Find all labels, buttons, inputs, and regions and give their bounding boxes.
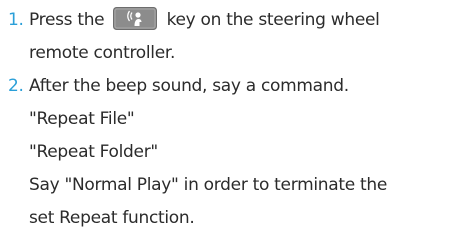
command-repeat-file: "Repeat File" bbox=[29, 109, 135, 129]
voice-recognition-key-icon bbox=[113, 7, 158, 30]
step-2-number: 2. bbox=[8, 76, 24, 96]
step-1-line-2: remote controller. bbox=[29, 43, 176, 63]
step-2-text: After the beep sound, say a command. bbox=[29, 76, 349, 96]
step-1-text-after-icon: key on the steering wheel bbox=[166, 10, 380, 30]
command-repeat-folder: "Repeat Folder" bbox=[29, 142, 158, 162]
step-1-text-before-icon: Press the bbox=[29, 10, 105, 30]
step-1-number: 1. bbox=[8, 10, 24, 30]
step-2-note-line-1: Say "Normal Play" in order to terminate … bbox=[29, 175, 388, 195]
step-2-note-line-2: set Repeat function. bbox=[29, 208, 195, 228]
step-1-line-1: 1. Press the key on the steering wheel bbox=[8, 4, 448, 37]
step-2-line-1: 2. After the beep sound, say a command. bbox=[8, 70, 448, 103]
instruction-steps: 1. Press the key on the steering wheel re… bbox=[8, 4, 448, 235]
